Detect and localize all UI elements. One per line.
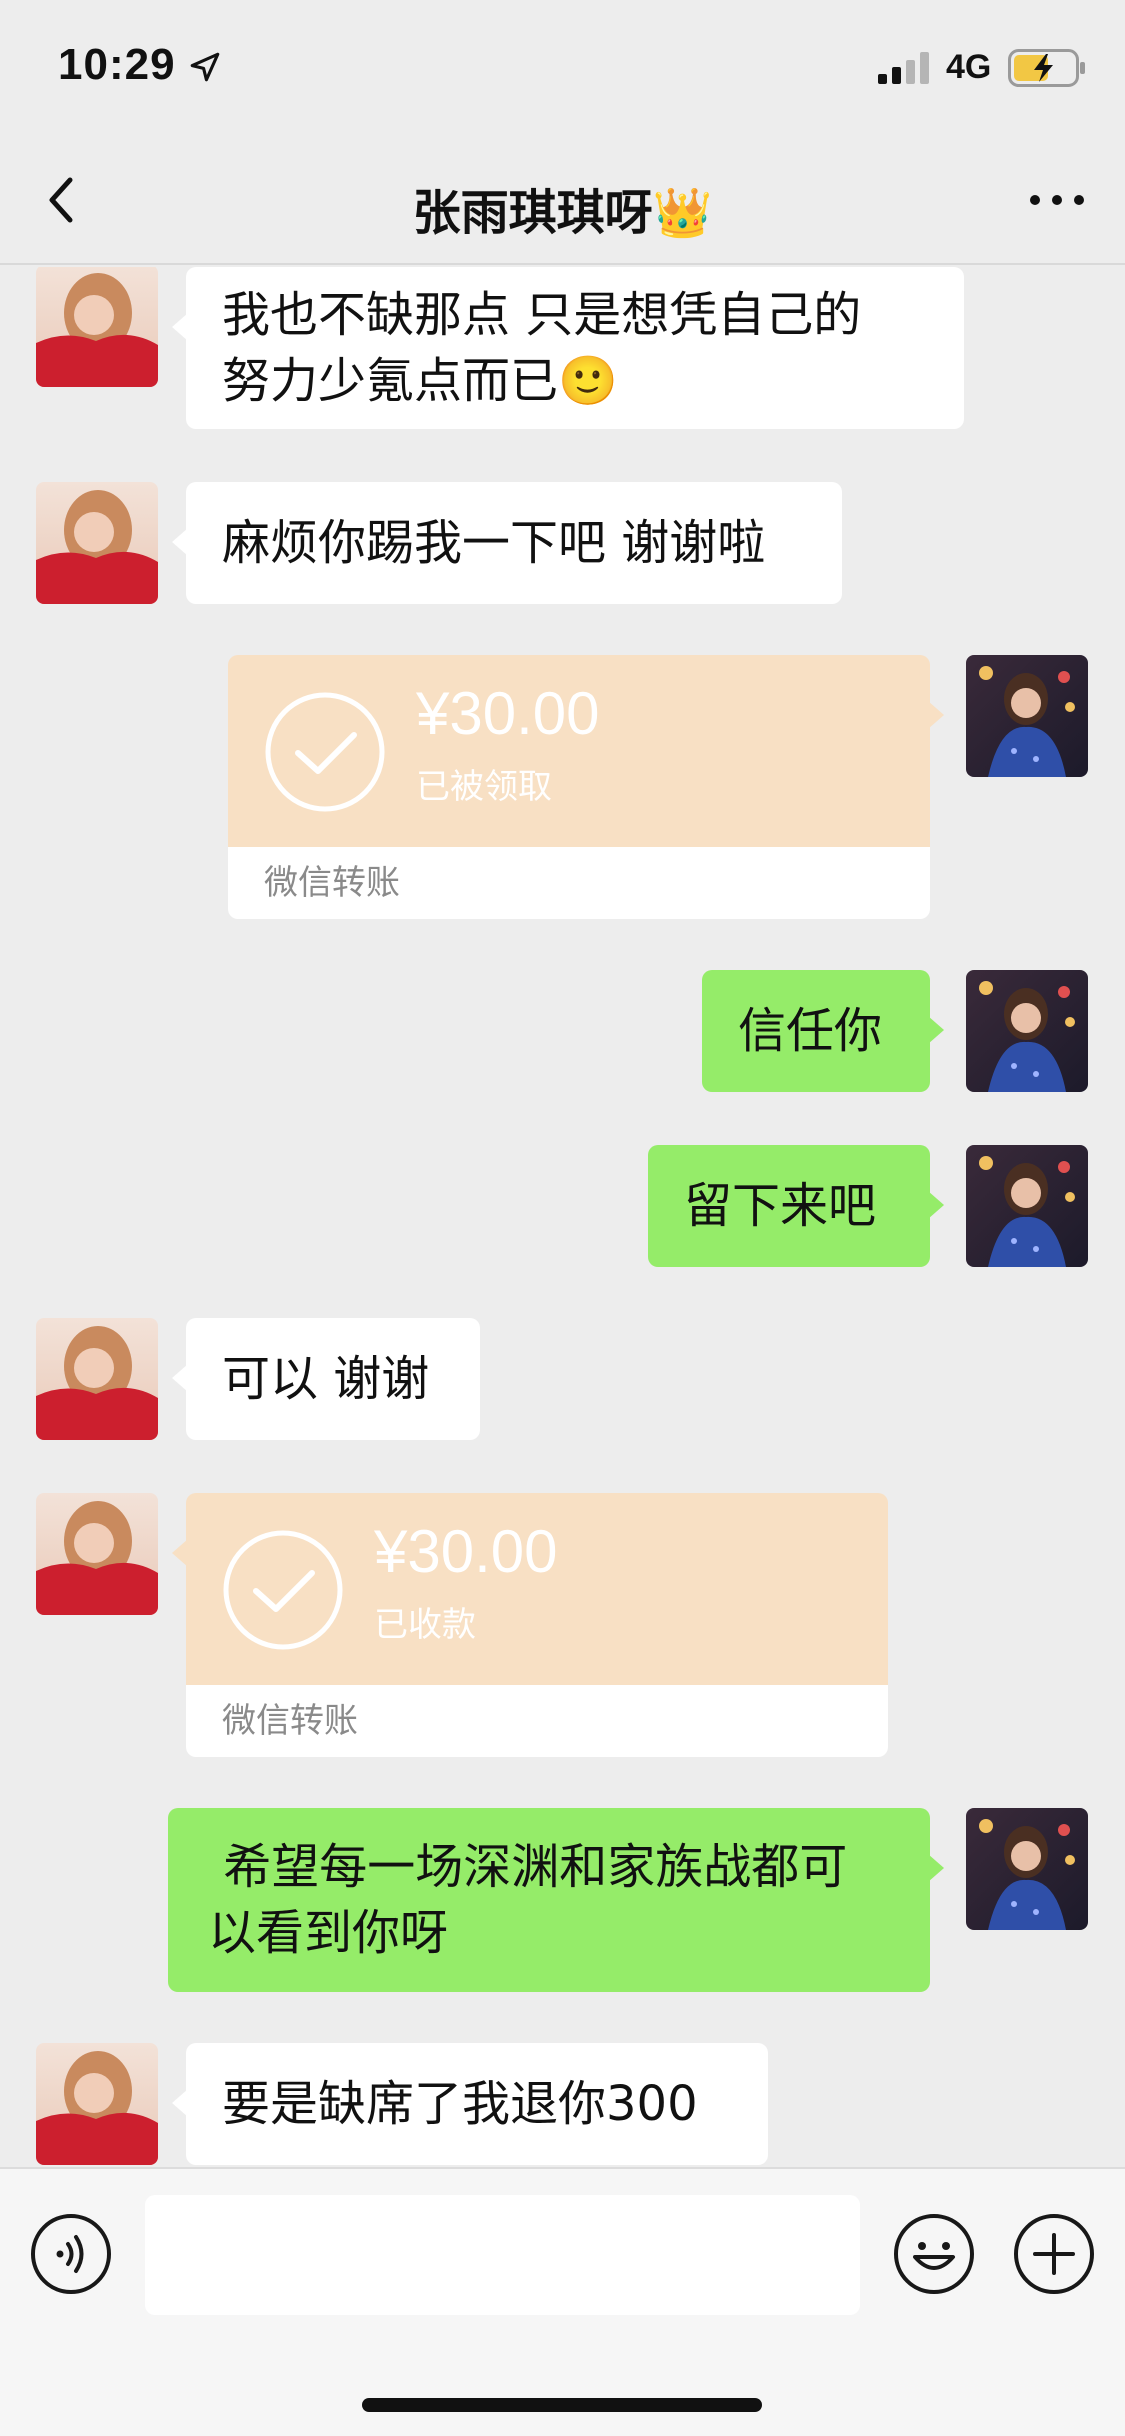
- message-text: 麻烦你踢我一下吧 谢谢啦: [222, 515, 766, 571]
- message-text: 我也不缺那点 只是想凭自己的: [222, 287, 862, 343]
- contact-avatar[interactable]: [36, 1318, 158, 1440]
- add-more-icon[interactable]: [1013, 2213, 1095, 2295]
- location-arrow-icon: [190, 52, 220, 82]
- message-text: 信任你: [738, 1003, 883, 1059]
- home-indicator[interactable]: [362, 2398, 762, 2412]
- chat-messages[interactable]: 我也不缺那点 只是想凭自己的 努力少氪点而已🙂 麻烦你踢我一下吧 谢谢啦 ¥30…: [0, 267, 1125, 2167]
- battery-charging-icon: [1008, 49, 1085, 87]
- check-circle-icon: [223, 1530, 343, 1650]
- message-bubble-sent[interactable]: 希望每一场深渊和家族战都可 以看到你呀: [168, 1808, 944, 1992]
- my-avatar[interactable]: [966, 970, 1088, 1092]
- contact-avatar[interactable]: [36, 482, 158, 604]
- transfer-card-received[interactable]: ¥30.00 已收款 微信转账: [172, 1493, 888, 1757]
- signal-icon: [878, 52, 929, 84]
- my-avatar[interactable]: [966, 1808, 1088, 1930]
- message-text: 希望每一场深渊和家族战都可: [208, 1839, 848, 1895]
- chat-title: 张雨琪琪呀👑: [412, 185, 713, 241]
- message-bubble-sent[interactable]: 留下来吧: [648, 1145, 944, 1267]
- message-bubble-received[interactable]: 可以 谢谢: [172, 1318, 480, 1440]
- transfer-label: 微信转账: [228, 847, 930, 919]
- transfer-card-sent[interactable]: ¥30.00 已被领取 微信转账: [228, 655, 944, 919]
- transfer-label: 微信转账: [186, 1685, 888, 1757]
- my-avatar[interactable]: [966, 1145, 1088, 1267]
- message-bubble-received[interactable]: 我也不缺那点 只是想凭自己的 努力少氪点而已🙂: [172, 267, 964, 429]
- contact-avatar[interactable]: [36, 267, 158, 387]
- status-bar: 10:29 4G: [0, 0, 1125, 135]
- message-text: 要是缺席了我退你300: [222, 2076, 698, 2132]
- contact-avatar[interactable]: [36, 2043, 158, 2165]
- message-text: 留下来吧: [684, 1178, 877, 1234]
- message-bubble-received[interactable]: 要是缺席了我退你300: [172, 2043, 768, 2165]
- message-input[interactable]: [145, 2195, 860, 2315]
- nav-bar: 张雨琪琪呀👑: [0, 135, 1125, 265]
- contact-avatar[interactable]: [36, 1493, 158, 1615]
- transfer-amount: ¥30.00: [374, 1518, 558, 1585]
- check-circle-icon: [265, 692, 385, 812]
- my-avatar[interactable]: [966, 655, 1088, 777]
- network-type: 4G: [946, 48, 992, 86]
- voice-input-icon[interactable]: [30, 2213, 112, 2295]
- transfer-status: 已被领取: [416, 767, 552, 807]
- more-options-icon[interactable]: [1027, 180, 1087, 220]
- transfer-card-header: ¥30.00 已被领取: [228, 655, 944, 847]
- status-time: 10:29: [58, 40, 176, 89]
- transfer-card-header: ¥30.00 已收款: [172, 1493, 888, 1685]
- transfer-amount: ¥30.00: [416, 680, 600, 747]
- input-bar: [0, 2167, 1125, 2436]
- message-text: 努力少氪点而已🙂: [222, 353, 618, 409]
- transfer-status: 已收款: [374, 1605, 476, 1645]
- message-bubble-received[interactable]: 麻烦你踢我一下吧 谢谢啦: [172, 482, 842, 604]
- emoji-icon[interactable]: [893, 2213, 975, 2295]
- message-bubble-sent[interactable]: 信任你: [702, 970, 944, 1092]
- message-text: 可以 谢谢: [222, 1351, 430, 1407]
- message-text: 以看到你呀: [208, 1905, 449, 1961]
